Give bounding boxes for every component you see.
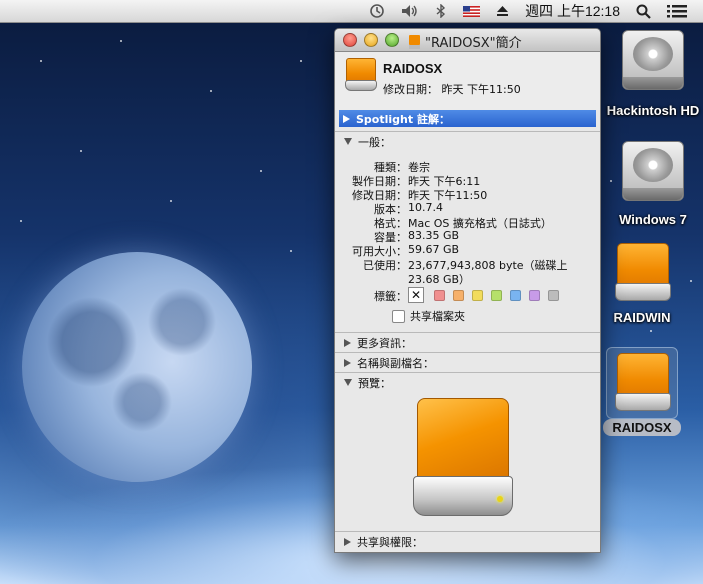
general-header: 一般： [358,135,391,149]
tag-orange[interactable] [453,290,464,301]
info-row: 容量： 83.35 GB [335,229,600,244]
minimize-button[interactable] [364,33,378,47]
menubar-clock[interactable]: 週四 上午12:18 [525,0,620,22]
desktop-icon-label: Windows 7 [619,212,687,227]
desktop-icon-hackintosh-hd[interactable]: Hackintosh HD [605,30,701,119]
info-value: 23.68 GB） [408,273,471,286]
desktop-icon-label-wrap: RAIDOSX [594,419,690,436]
desktop-icon-raidwin[interactable]: RAIDWIN [594,243,690,326]
window-title: "RAIDOSX"簡介 [409,32,522,51]
shared-folder-option[interactable]: 共享檔案夾 [392,308,465,324]
info-value: 10.7.4 [408,201,443,214]
tag-gray[interactable] [548,290,559,301]
desktop-icon-windows-7[interactable]: Windows 7 [605,141,701,228]
time-machine-icon[interactable] [369,0,385,22]
desktop-icon-label: RAIDOSX [603,419,681,436]
no-tag-button[interactable]: ✕ [408,287,424,303]
external-drive-preview-icon [413,398,513,518]
info-value: 83.35 GB [408,229,460,242]
tag-yellow[interactable] [472,290,483,301]
tag-blue[interactable] [510,290,521,301]
more-info-header: 更多資訊： [357,336,412,350]
spotlight-comments-disclosure[interactable]: Spotlight 註解： [339,110,596,127]
close-button[interactable] [343,33,357,47]
star [40,60,42,62]
spotlight-comments-label: Spotlight 註解： [356,112,450,126]
sharing-permissions-header: 共享與權限： [357,535,423,549]
disclosure-triangle-icon [344,537,351,546]
shared-folder-checkbox[interactable] [392,309,405,323]
external-drive-icon [615,243,671,303]
sharing-permissions-section: 共享與權限： [335,531,600,551]
info-row: 23.68 GB） [335,271,600,286]
star [260,170,262,172]
star [80,150,82,152]
moon-wallpaper [22,252,252,482]
tag-purple[interactable] [529,290,540,301]
disclosure-triangle-icon [344,338,351,347]
more-info-disclosure[interactable]: 更多資訊： [335,333,600,352]
star [170,200,172,202]
name-extension-disclosure[interactable]: 名稱與副檔名： [335,353,600,372]
star [300,60,302,62]
info-row: 製作日期： 昨天 下午6:11 [335,173,600,188]
preview-header: 預覽： [358,376,391,390]
tags-label: 標籤： [374,290,407,303]
star [290,250,292,252]
info-row: 已使用： 23,677,943,808 byte（磁碟上 [335,257,600,272]
bluetooth-icon[interactable] [435,0,447,22]
window-title-text: "RAIDOSX"簡介 [425,36,522,51]
star [690,280,692,282]
external-drive-icon [615,353,671,413]
star [120,40,122,42]
window-titlebar[interactable]: "RAIDOSX"簡介 [335,29,600,52]
volume-name: RAIDOSX [383,61,443,76]
info-row: 格式： Mac OS 擴充格式（日誌式） [335,215,600,230]
disclosure-triangle-icon [344,138,352,145]
hard-drive-icon [622,30,684,90]
get-info-window: "RAIDOSX"簡介 RAIDOSX 修改日期： 昨天 下午11:50 Spo… [334,28,601,553]
us-flag-icon[interactable] [463,0,481,22]
disclosure-triangle-icon [343,114,350,123]
preview-section: 預覽： [335,372,600,533]
name-extension-section: 名稱與副檔名： [335,352,600,372]
star [20,220,22,222]
tag-red[interactable] [434,290,445,301]
eject-icon[interactable] [496,0,509,22]
hard-drive-icon [622,141,684,201]
star [650,330,652,332]
more-info-section: 更多資訊： [335,332,600,352]
info-value: 59.67 GB [408,243,460,256]
desktop-icon-raidosx[interactable]: RAIDOSX [594,353,690,436]
spotlight-search-icon[interactable] [636,0,651,22]
info-row: 種類： 卷宗 [335,159,600,174]
external-drive-icon [409,34,420,49]
zoom-button[interactable] [385,33,399,47]
preview-disclosure[interactable]: 預覽： [335,373,600,392]
info-header: RAIDOSX 修改日期： 昨天 下午11:50 [335,52,600,110]
info-row: 可用大小： 59.67 GB [335,243,600,258]
tag-green[interactable] [491,290,502,301]
general-section: 一般： 種類： 卷宗 製作日期： 昨天 下午6:11 修改日期： 昨天 下午11:50… [335,131,600,323]
notification-list-icon[interactable] [667,0,687,22]
volume-icon[interactable] [401,0,419,22]
modified-date: 修改日期： 昨天 下午11:50 [383,83,521,96]
name-extension-header: 名稱與副檔名： [357,356,434,370]
shared-folder-label: 共享檔案夾 [410,310,465,323]
tags-row: 標籤： ✕ [335,287,600,303]
menu-bar: 週四 上午12:18 [0,0,703,23]
info-row: 版本： 10.7.4 [335,201,600,216]
sharing-permissions-disclosure[interactable]: 共享與權限： [335,532,600,551]
general-disclosure[interactable]: 一般： [335,132,600,151]
external-drive-icon [345,58,377,92]
desktop-icon-label: RAIDWIN [613,310,671,325]
disclosure-triangle-icon [344,358,351,367]
desktop-icon-label: Hackintosh HD [606,103,700,118]
disclosure-triangle-icon [344,379,352,386]
star [210,90,212,92]
info-row: 修改日期： 昨天 下午11:50 [335,187,600,202]
